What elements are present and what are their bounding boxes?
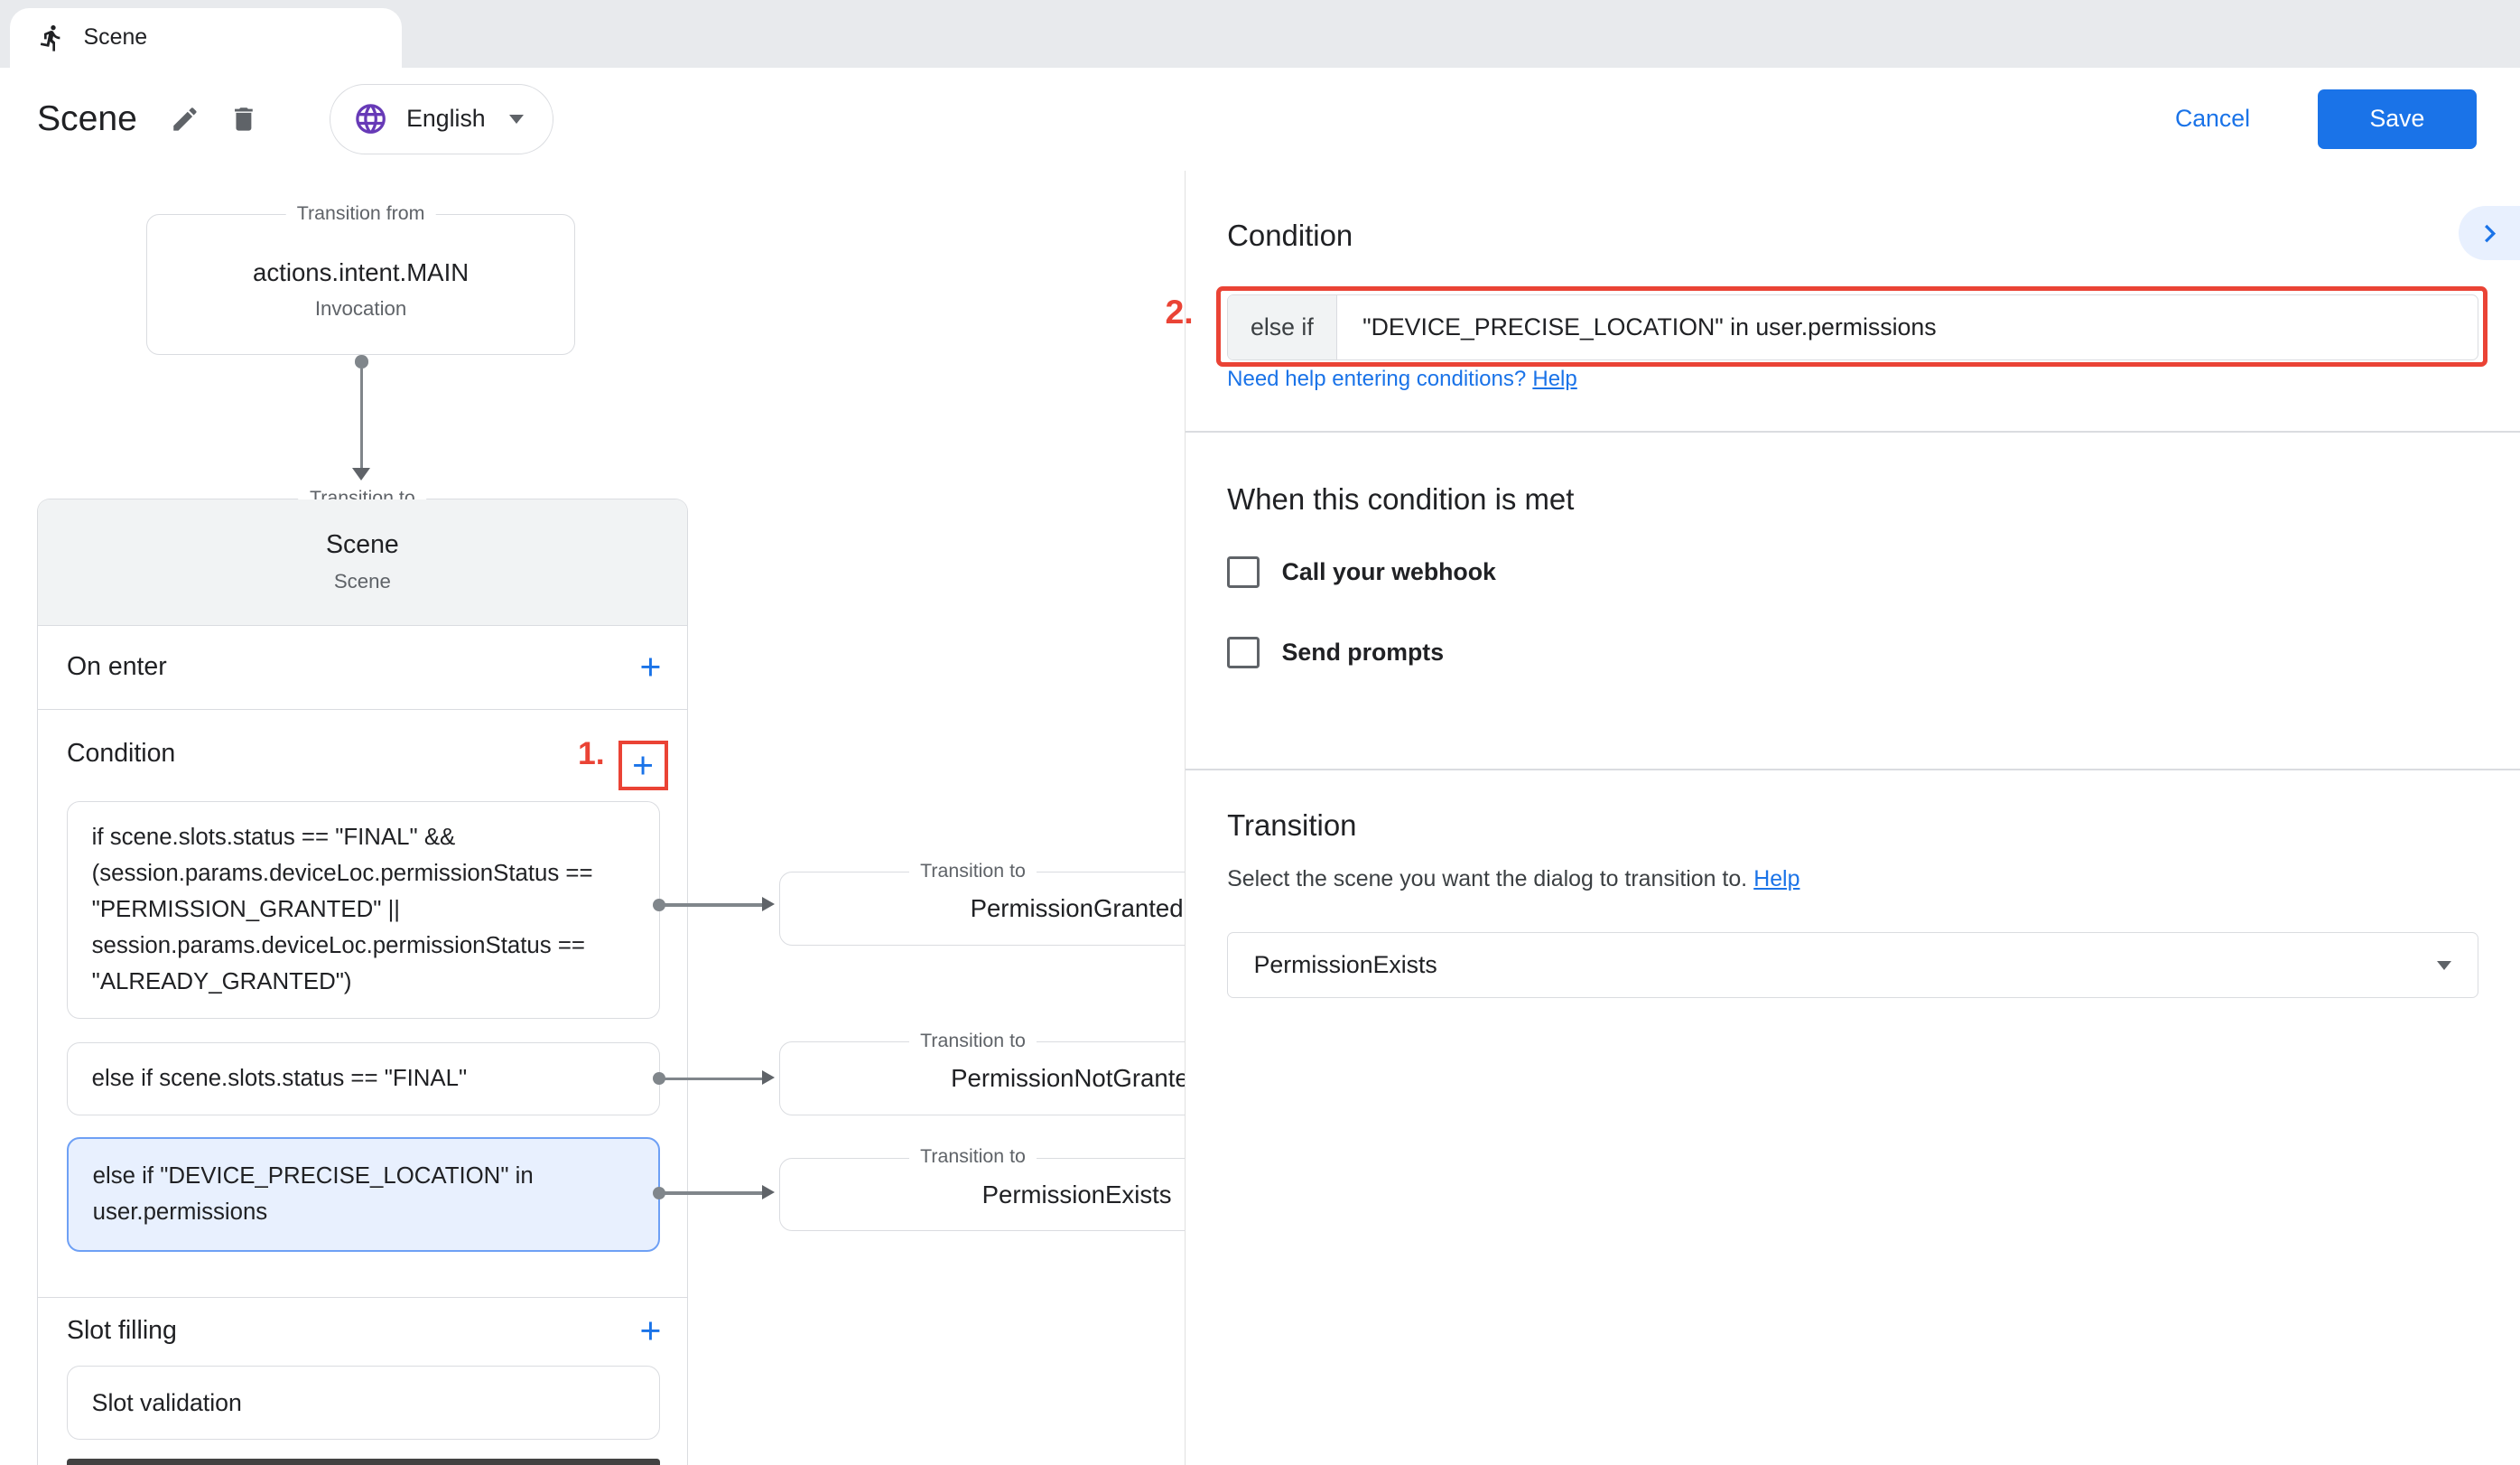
transition-scene-value: PermissionExists bbox=[1254, 951, 1437, 979]
send-prompts-checkbox[interactable] bbox=[1227, 637, 1260, 669]
language-selector[interactable]: English bbox=[330, 84, 553, 154]
panel-divider bbox=[1186, 769, 2520, 770]
save-button[interactable]: Save bbox=[2318, 89, 2477, 149]
header-actions: Cancel Save bbox=[2175, 89, 2520, 149]
on-enter-label: On enter bbox=[67, 652, 167, 682]
condition-item-1[interactable]: if scene.slots.status == "FINAL" && (ses… bbox=[67, 801, 660, 1019]
chevron-down-icon bbox=[509, 115, 524, 124]
scene-card-header[interactable]: Scene Scene bbox=[38, 499, 687, 626]
scene-card-subtitle: Scene bbox=[334, 570, 391, 593]
scene-card: Transition to Scene Scene On enter + Con… bbox=[37, 499, 688, 1465]
edit-scene-button[interactable] bbox=[163, 98, 206, 141]
add-on-enter-button[interactable]: + bbox=[639, 649, 661, 686]
transition-scene-select[interactable]: PermissionExists bbox=[1227, 932, 2478, 998]
intent-type: Invocation bbox=[315, 297, 406, 321]
transition-heading: Transition bbox=[1227, 808, 1356, 843]
run-icon bbox=[37, 23, 66, 52]
annotation-step-1: 1. bbox=[578, 735, 605, 772]
intent-name: actions.intent.MAIN bbox=[253, 258, 469, 287]
condition-help-line: Need help entering conditions?Help bbox=[1227, 367, 1577, 392]
panel-divider bbox=[1186, 431, 2520, 433]
arrow-right-icon bbox=[762, 1185, 775, 1199]
webhook-checkbox-row: Call your webhook bbox=[1227, 556, 1496, 589]
slot-filling-label: Slot filling bbox=[67, 1316, 177, 1346]
add-condition-button[interactable]: + bbox=[632, 747, 654, 784]
scene-editor: Scene Scene English Cancel Save bbox=[0, 0, 2520, 1465]
target-title: PermissionNotGranted bbox=[951, 1064, 1203, 1093]
annotation-box-1: + bbox=[618, 741, 668, 790]
trash-icon bbox=[228, 104, 259, 135]
help-link[interactable]: Help bbox=[1532, 367, 1576, 391]
on-enter-section: On enter + bbox=[38, 625, 687, 710]
delete-scene-button[interactable] bbox=[222, 98, 265, 141]
transition-description-text: Select the scene you want the dialog to … bbox=[1227, 866, 1747, 891]
scene-card-title: Scene bbox=[326, 530, 399, 560]
help-prompt-text: Need help entering conditions? bbox=[1227, 367, 1526, 391]
target-legend: Transition to bbox=[909, 1145, 1037, 1168]
condition-section-header: Condition 1. + bbox=[38, 710, 687, 800]
chevron-right-icon bbox=[2472, 216, 2507, 251]
arrow-right-icon bbox=[762, 1070, 775, 1085]
connector-line bbox=[360, 369, 364, 468]
arrow-down-icon bbox=[352, 468, 370, 481]
condition-editor-panel: Condition else if "DEVICE_PRECISE_LOCATI… bbox=[1185, 171, 2520, 1465]
globe-icon bbox=[353, 101, 388, 136]
tab-label: Scene bbox=[84, 24, 148, 51]
condition-item-3-selected[interactable]: else if "DEVICE_PRECISE_LOCATION" in use… bbox=[67, 1137, 660, 1251]
transition-from-node[interactable]: Transition from actions.intent.MAIN Invo… bbox=[146, 214, 575, 356]
slot-validation-item[interactable]: Slot validation bbox=[67, 1366, 660, 1440]
language-label: English bbox=[406, 105, 486, 133]
transition-help-link[interactable]: Help bbox=[1753, 866, 1799, 891]
when-condition-met-heading: When this condition is met bbox=[1227, 482, 1574, 517]
page-title: Scene bbox=[37, 99, 137, 139]
call-webhook-checkbox[interactable] bbox=[1227, 556, 1260, 589]
pencil-icon bbox=[170, 104, 200, 135]
connector-line bbox=[662, 903, 761, 907]
node-legend: Transition from bbox=[285, 202, 436, 225]
tab-scene[interactable]: Scene bbox=[10, 8, 402, 68]
connector-dot bbox=[355, 355, 367, 368]
annotation-step-2: 2. bbox=[1166, 293, 1194, 331]
connector-line bbox=[662, 1191, 761, 1195]
send-prompts-label: Send prompts bbox=[1282, 639, 1444, 667]
transition-description: Select the scene you want the dialog to … bbox=[1227, 866, 1799, 892]
condition-label: Condition bbox=[67, 739, 175, 769]
condition-heading: Condition bbox=[1227, 219, 1353, 253]
slot-filling-section-header: Slot filling + bbox=[38, 1297, 687, 1367]
connector-line bbox=[662, 1078, 761, 1081]
chevron-down-icon bbox=[2437, 961, 2451, 970]
cancel-button[interactable]: Cancel bbox=[2175, 105, 2250, 133]
call-webhook-label: Call your webhook bbox=[1282, 558, 1496, 586]
collapse-panel-button[interactable] bbox=[2459, 206, 2520, 261]
condition-editor-row: else if "DEVICE_PRECISE_LOCATION" in use… bbox=[1227, 294, 2478, 360]
app-header: Scene English Cancel Save bbox=[0, 68, 2520, 171]
add-slot-button[interactable]: + bbox=[639, 1312, 661, 1349]
condition-expression-input[interactable]: "DEVICE_PRECISE_LOCATION" in user.permis… bbox=[1337, 295, 2478, 359]
else-if-chip: else if bbox=[1228, 295, 1337, 359]
prompts-checkbox-row: Send prompts bbox=[1227, 637, 1444, 669]
tab-bar: Scene bbox=[0, 0, 2520, 68]
target-legend: Transition to bbox=[909, 1030, 1037, 1052]
target-title: PermissionExists bbox=[982, 1180, 1172, 1209]
target-legend: Transition to bbox=[909, 860, 1037, 882]
arrow-right-icon bbox=[762, 897, 775, 911]
condition-item-2[interactable]: else if scene.slots.status == "FINAL" bbox=[67, 1042, 660, 1115]
target-title: PermissionGranted bbox=[971, 894, 1184, 923]
